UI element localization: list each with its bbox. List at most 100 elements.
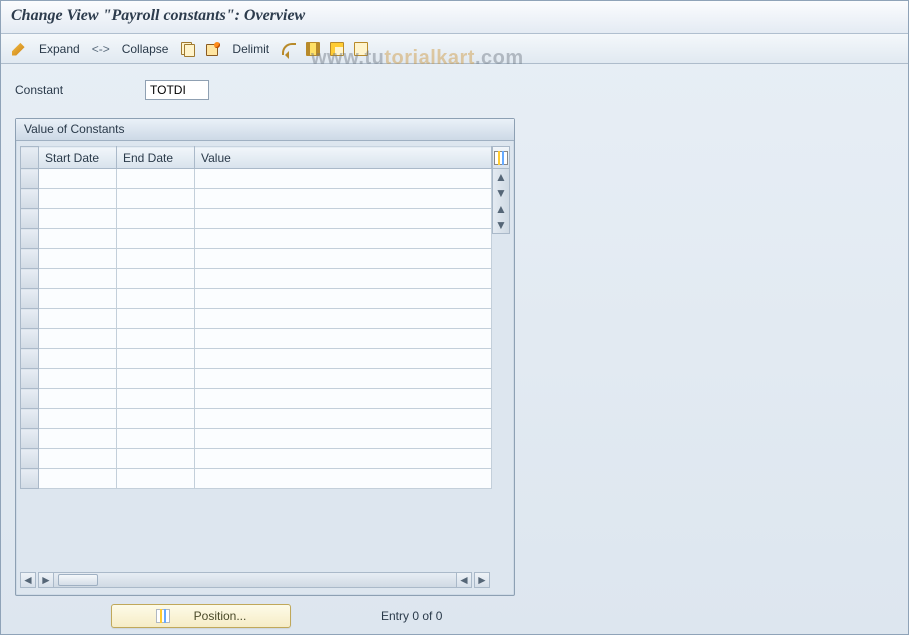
row-selector[interactable]: [21, 389, 39, 409]
table-row[interactable]: [21, 309, 492, 329]
cell-start-date[interactable]: [39, 389, 117, 409]
cell-value[interactable]: [195, 229, 492, 249]
cell-end-date[interactable]: [117, 389, 195, 409]
table-row[interactable]: [21, 449, 492, 469]
row-selector[interactable]: [21, 169, 39, 189]
table-row[interactable]: [21, 469, 492, 489]
table-row[interactable]: [21, 249, 492, 269]
cell-value[interactable]: [195, 389, 492, 409]
cell-start-date[interactable]: [39, 269, 117, 289]
cell-value[interactable]: [195, 209, 492, 229]
cell-start-date[interactable]: [39, 469, 117, 489]
table-row[interactable]: [21, 409, 492, 429]
row-selector[interactable]: [21, 369, 39, 389]
cell-value[interactable]: [195, 309, 492, 329]
cell-end-date[interactable]: [117, 169, 195, 189]
table-row[interactable]: [21, 349, 492, 369]
cell-value[interactable]: [195, 469, 492, 489]
scroll-left-step[interactable]: ◄: [456, 572, 472, 588]
cell-value[interactable]: [195, 429, 492, 449]
cell-end-date[interactable]: [117, 449, 195, 469]
table-row[interactable]: [21, 269, 492, 289]
copy-button[interactable]: [178, 39, 198, 59]
scroll-up-button[interactable]: ▲: [493, 169, 509, 185]
cell-start-date[interactable]: [39, 349, 117, 369]
cell-value[interactable]: [195, 289, 492, 309]
horizontal-scroll-thumb[interactable]: [58, 574, 98, 586]
row-selector[interactable]: [21, 429, 39, 449]
row-selector[interactable]: [21, 249, 39, 269]
cell-start-date[interactable]: [39, 289, 117, 309]
position-button[interactable]: Position...: [111, 604, 291, 628]
cell-end-date[interactable]: [117, 369, 195, 389]
row-selector[interactable]: [21, 289, 39, 309]
scroll-right-step[interactable]: ►: [38, 572, 54, 588]
table-settings-button[interactable]: [492, 146, 510, 168]
cell-start-date[interactable]: [39, 409, 117, 429]
table-row[interactable]: [21, 429, 492, 449]
scroll-down-step[interactable]: ▼: [493, 185, 509, 201]
col-value[interactable]: Value: [195, 147, 492, 169]
table-row[interactable]: [21, 289, 492, 309]
scroll-left-button[interactable]: ◄: [20, 572, 36, 588]
cell-start-date[interactable]: [39, 189, 117, 209]
cell-value[interactable]: [195, 269, 492, 289]
row-selector[interactable]: [21, 409, 39, 429]
row-selector[interactable]: [21, 449, 39, 469]
cell-end-date[interactable]: [117, 269, 195, 289]
cell-end-date[interactable]: [117, 349, 195, 369]
cell-end-date[interactable]: [117, 229, 195, 249]
cell-end-date[interactable]: [117, 409, 195, 429]
cell-end-date[interactable]: [117, 429, 195, 449]
row-selector[interactable]: [21, 229, 39, 249]
constant-input[interactable]: [145, 80, 209, 100]
cell-value[interactable]: [195, 249, 492, 269]
display-change-toggle[interactable]: [9, 39, 29, 59]
row-selector-header[interactable]: [21, 147, 39, 169]
cell-end-date[interactable]: [117, 289, 195, 309]
scroll-up-step[interactable]: ▲: [493, 201, 509, 217]
cell-start-date[interactable]: [39, 449, 117, 469]
cell-start-date[interactable]: [39, 309, 117, 329]
row-selector[interactable]: [21, 269, 39, 289]
cell-value[interactable]: [195, 329, 492, 349]
cell-start-date[interactable]: [39, 229, 117, 249]
delete-button[interactable]: [202, 39, 222, 59]
cell-value[interactable]: [195, 449, 492, 469]
cell-value[interactable]: [195, 369, 492, 389]
table-row[interactable]: [21, 329, 492, 349]
cell-end-date[interactable]: [117, 469, 195, 489]
scroll-down-button[interactable]: ▼: [493, 217, 509, 233]
delimit-button[interactable]: Delimit: [226, 39, 275, 59]
cell-end-date[interactable]: [117, 189, 195, 209]
cell-end-date[interactable]: [117, 209, 195, 229]
select-all-button[interactable]: [303, 39, 323, 59]
vertical-scrollbar[interactable]: ▲ ▼ ▲ ▼: [492, 168, 510, 234]
cell-start-date[interactable]: [39, 429, 117, 449]
horizontal-scroll-track[interactable]: [54, 572, 456, 588]
horizontal-scrollbar[interactable]: ◄ ► ◄ ►: [20, 571, 510, 589]
cell-start-date[interactable]: [39, 249, 117, 269]
cell-end-date[interactable]: [117, 329, 195, 349]
table-row[interactable]: [21, 189, 492, 209]
undo-button[interactable]: [279, 39, 299, 59]
cell-start-date[interactable]: [39, 169, 117, 189]
table-row[interactable]: [21, 209, 492, 229]
row-selector[interactable]: [21, 329, 39, 349]
col-start-date[interactable]: Start Date: [39, 147, 117, 169]
table-row[interactable]: [21, 169, 492, 189]
col-end-date[interactable]: End Date: [117, 147, 195, 169]
cell-end-date[interactable]: [117, 249, 195, 269]
table-row[interactable]: [21, 389, 492, 409]
row-selector[interactable]: [21, 309, 39, 329]
expand-button[interactable]: Expand: [33, 39, 86, 59]
row-selector[interactable]: [21, 209, 39, 229]
cell-value[interactable]: [195, 349, 492, 369]
cell-value[interactable]: [195, 169, 492, 189]
table-row[interactable]: [21, 229, 492, 249]
row-selector[interactable]: [21, 349, 39, 369]
cell-start-date[interactable]: [39, 209, 117, 229]
deselect-all-button[interactable]: [351, 39, 371, 59]
scroll-right-button[interactable]: ►: [474, 572, 490, 588]
cell-value[interactable]: [195, 189, 492, 209]
